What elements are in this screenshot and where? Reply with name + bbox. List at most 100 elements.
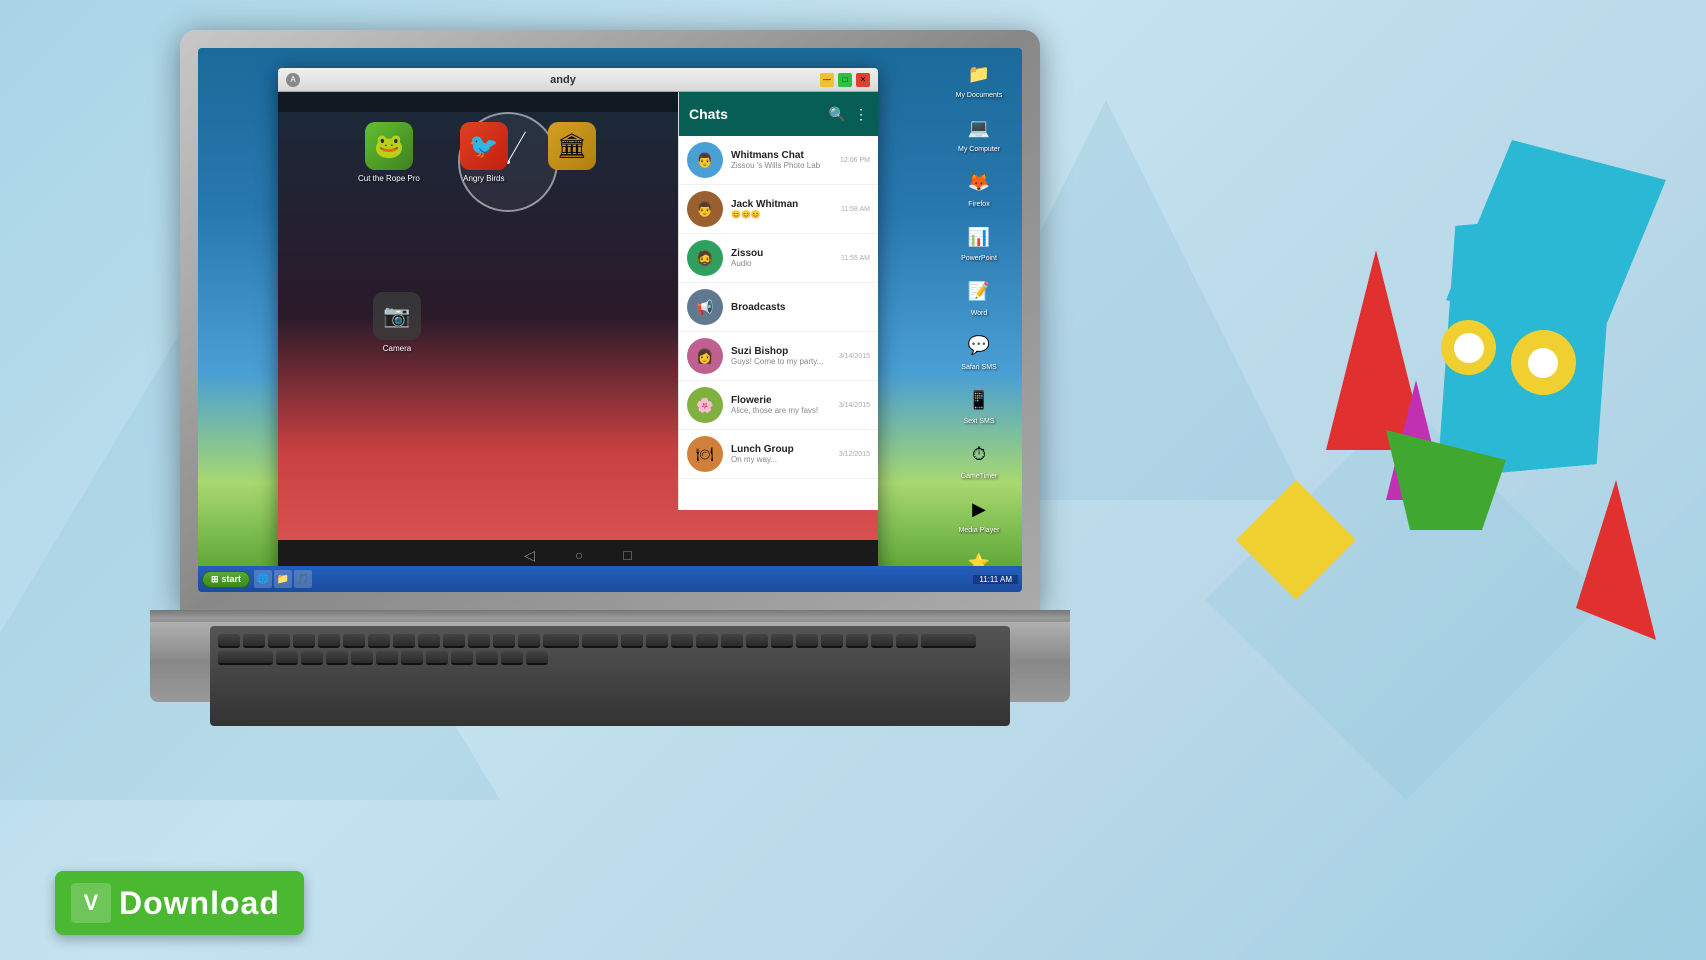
key-quote[interactable] [526,651,548,665]
key-w[interactable] [646,634,668,648]
key-tab[interactable] [582,634,618,648]
key-r[interactable] [696,634,718,648]
wa-preview-suzibishop: Guys! Come to my party... [731,357,831,366]
wa-search-icon[interactable]: 🔍 [829,106,846,123]
wa-chat-suzibishop[interactable]: 👩 Suzi Bishop Guys! Come to my party... … [679,332,878,381]
android-camera-app[interactable]: 📷 Camera [373,292,421,353]
wa-chat-jackwhitman[interactable]: 👨 Jack Whitman 😊😊😊 11:58 AM [679,185,878,234]
wa-preview-whitmanschat: Zissou 's Wills Photo Lab [731,161,832,170]
key-d[interactable] [326,651,348,665]
android-app-temple[interactable]: 🏛 [548,122,596,183]
key-4[interactable] [293,634,315,648]
key-10[interactable] [443,634,465,648]
desktop-icon-mediaplayer[interactable]: ▶ Media Player [944,493,1014,535]
wa-info-whitmanschat: Whitmans Chat Zissou 's Wills Photo Lab [731,150,832,170]
key-g[interactable] [376,651,398,665]
key-bracket-r[interactable] [896,634,918,648]
key-a[interactable] [276,651,298,665]
download-button[interactable]: V Download [55,871,304,935]
key-l[interactable] [476,651,498,665]
wa-name-whitmanschat: Whitmans Chat [731,150,832,161]
key-bracket-l[interactable] [871,634,893,648]
wa-time-jackwhitman: 11:58 AM [841,206,870,213]
key-5[interactable] [318,634,340,648]
key-12[interactable] [493,634,515,648]
key-k[interactable] [451,651,473,665]
key-e[interactable] [671,634,693,648]
wa-chat-flowerie[interactable]: 🌸 Flowerie Alice, those are my favs! 3/1… [679,381,878,430]
wa-chat-lunchgroup[interactable]: 🍽 Lunch Group On my way... 3/12/2015 [679,430,878,479]
wa-chat-whitmanschat[interactable]: 👨 Whitmans Chat Zissou 's Wills Photo La… [679,136,878,185]
taskbar-icon-folder[interactable]: 📁 [274,570,292,588]
wa-info-lunchgroup: Lunch Group On my way... [731,444,831,464]
wa-title: Chats [689,106,728,122]
andy-emulator-window: A andy — □ ✕ 📶 🔋 [278,68,878,592]
wa-time-zissou: 11:55 AM [841,255,870,262]
wa-name-broadcasts: Broadcasts [731,302,862,313]
desktop-icon-mydocs[interactable]: 📁 My Documents [944,58,1014,100]
key-f[interactable] [351,651,373,665]
key-7[interactable] [368,634,390,648]
taskbar-icon-ie[interactable]: 🌐 [254,570,272,588]
key-p[interactable] [846,634,868,648]
start-button[interactable]: ⊞ start [202,571,250,588]
firefox-label: Firefox [968,201,989,209]
wa-time-lunchgroup: 3/12/2015 [839,451,870,458]
desktop-icon-sms1[interactable]: 💬 Safari SMS [944,330,1014,372]
key-11[interactable] [468,634,490,648]
wa-time-flowerie: 3/14/2015 [839,402,870,409]
key-semi[interactable] [501,651,523,665]
key-2[interactable] [243,634,265,648]
firefox-icon: 🦊 [963,167,995,199]
andy-window-title: andy [306,74,820,86]
key-y[interactable] [746,634,768,648]
android-app-angrybirds[interactable]: 🐦 Angry Birds [460,122,508,183]
key-u[interactable] [771,634,793,648]
wa-info-flowerie: Flowerie Alice, those are my favs! [731,395,831,415]
wa-preview-lunchgroup: On my way... [731,455,831,464]
desktop-icon-firefox[interactable]: 🦊 Firefox [944,167,1014,209]
android-recents-btn[interactable]: □ [623,547,631,563]
andy-maximize-btn[interactable]: □ [838,73,852,87]
desktop-icon-gametimer[interactable]: ⏱ GameTimer [944,439,1014,481]
wa-avatar-suzibishop: 👩 [687,338,723,374]
wa-chat-zissou[interactable]: 🧔 Zissou Audio 11:55 AM [679,234,878,283]
laptop-screen-bezel: 📁 My Documents 💻 My Computer 🦊 Firefox 📊… [180,30,1040,610]
key-q[interactable] [621,634,643,648]
key-s[interactable] [301,651,323,665]
key-9[interactable] [418,634,440,648]
cutterope-label: Cut the Rope Pro [358,174,420,183]
key-1[interactable] [218,634,240,648]
desktop-icon-word[interactable]: 📝 Word [944,276,1014,318]
windows-desktop: 📁 My Documents 💻 My Computer 🦊 Firefox 📊… [198,48,1022,592]
wa-chat-broadcasts[interactable]: 📢 Broadcasts [679,283,878,332]
key-3[interactable] [268,634,290,648]
key-enter[interactable] [921,634,976,648]
wa-preview-zissou: Audio [731,259,833,268]
key-13[interactable] [518,634,540,648]
android-back-btn[interactable]: ◁ [524,547,535,564]
android-home-btn[interactable]: ○ [575,547,583,563]
key-caps[interactable] [218,651,273,665]
desktop-icon-mycomputer[interactable]: 💻 My Computer [944,112,1014,154]
android-app-cutterope[interactable]: 🐸 Cut the Rope Pro [358,122,420,183]
key-i[interactable] [796,634,818,648]
key-backspace[interactable] [543,634,579,648]
desktop-icon-sms2[interactable]: 📱 Sext SMS [944,384,1014,426]
robot-yellow-shape [1236,480,1356,600]
key-h[interactable] [401,651,423,665]
key-6[interactable] [343,634,365,648]
key-o[interactable] [821,634,843,648]
camera-icon: 📷 [373,292,421,340]
key-t[interactable] [721,634,743,648]
desktop-icon-powerpoint[interactable]: 📊 PowerPoint [944,221,1014,263]
andy-minimize-btn[interactable]: — [820,73,834,87]
robot-red-shape-2 [1576,480,1656,640]
key-j[interactable] [426,651,448,665]
andy-close-btn[interactable]: ✕ [856,73,870,87]
wa-menu-icon[interactable]: ⋮ [854,106,868,123]
key-8[interactable] [393,634,415,648]
taskbar-icon-media[interactable]: 🎵 [294,570,312,588]
powerpoint-icon: 📊 [963,221,995,253]
wa-time-suzibishop: 3/14/2015 [839,353,870,360]
